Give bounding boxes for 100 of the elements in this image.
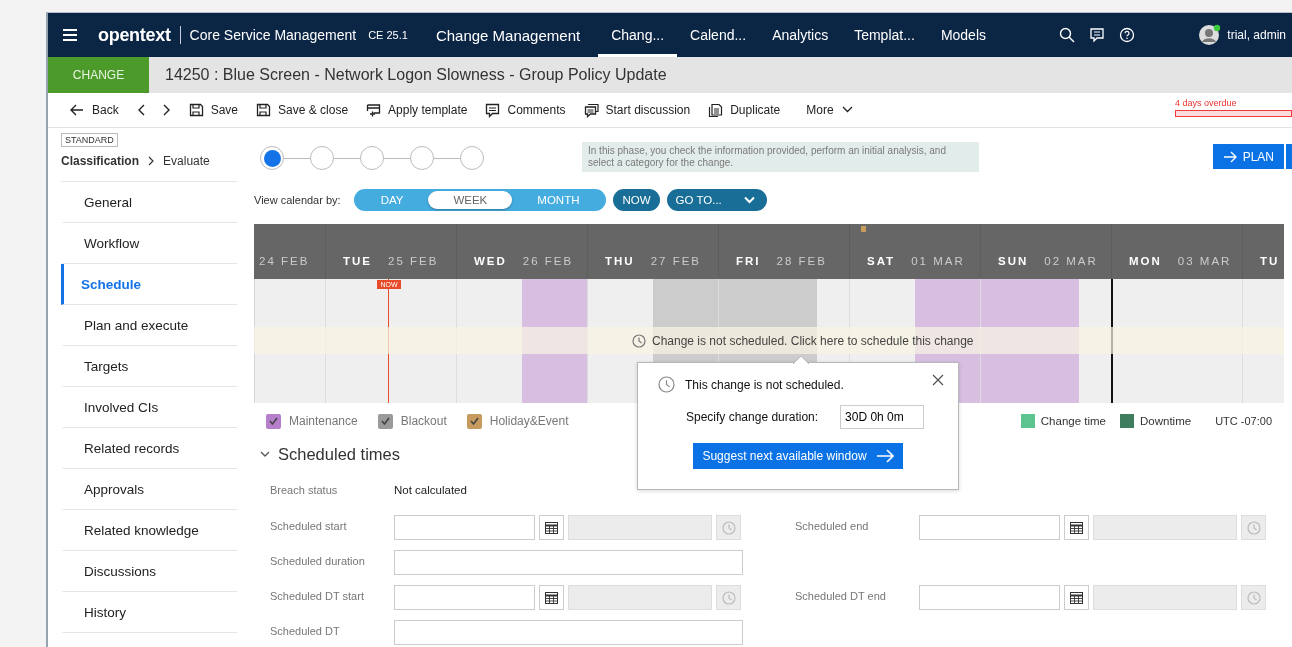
overdue-label: 4 days overdue [1175,98,1238,108]
day-date: 03 MAR [1177,255,1232,267]
nav-tab[interactable]: Analytics [759,13,842,57]
back-button[interactable]: Back [60,95,128,125]
day-date: 24 FEB [259,255,310,267]
comment-icon [485,102,501,118]
chevron-down-icon[interactable] [260,450,270,458]
phase-name: Classification [61,154,140,168]
breach-status-value: Not calculated [394,484,467,496]
sidebar-item[interactable]: Approvals [61,469,237,510]
go-to-button[interactable]: GO TO... [666,189,767,211]
date-field[interactable] [394,515,535,540]
module-title[interactable]: Change Management [435,26,581,44]
field-label: Scheduled DT start [270,589,365,602]
user-name[interactable]: trial, admin [1227,28,1286,42]
view-option[interactable]: WEEK [428,191,513,209]
brand-logo: opentext [98,24,171,46]
day-name: TUE [343,255,372,267]
section-title: Scheduled times [278,444,400,464]
nav-tab[interactable]: Calend... [677,13,760,57]
sidebar-item[interactable]: Schedule [61,264,237,305]
field-label: Scheduled start [270,519,348,532]
search-icon[interactable] [1059,27,1075,43]
legend-label: Holiday&Event [489,414,569,428]
day-name: TU [1260,255,1280,267]
day-date: 28 FEB [776,255,827,267]
day-name: SAT [867,255,896,267]
save-and-close-button[interactable]: Save & close [247,95,358,125]
version-label: CE 25.1 [368,29,408,41]
suggest-window-button[interactable]: Suggest next available window [693,443,903,469]
unscheduled-message[interactable]: Change is not scheduled. Click here to schedule this change [652,333,974,348]
calendar-button[interactable] [1064,515,1089,540]
sidebar-item[interactable]: Targets [61,346,237,387]
date-field[interactable] [394,585,535,610]
sidebar-item[interactable]: Involved CIs [61,387,237,428]
sidebar-item[interactable]: History [61,592,237,633]
day-date: 02 MAR [1044,255,1098,267]
save-button[interactable]: Save [179,95,248,125]
checkmark-icon [269,417,278,425]
clock-icon [721,520,736,535]
day-date: 01 MAR [911,255,965,267]
arrow-right-icon [1222,150,1237,163]
apply-template-button[interactable]: Apply template [357,95,477,125]
comments-button[interactable]: Comments [476,95,575,125]
day-name: MON [1129,255,1162,267]
calendar-button[interactable] [539,515,564,540]
sidebar-item[interactable]: Discussions [61,551,237,592]
product-name: Core Service Management [189,27,357,43]
start-discussion-button[interactable]: Start discussion [574,95,700,125]
legend-label: Blackout [400,414,447,428]
phase-hint: In this phase, you check the information provided, perform an initial analysis, and select a category for the change. [582,141,979,172]
menu-icon[interactable] [62,28,78,42]
record-title: 14250 : Blue Screen - Network Logon Slowness - Group Policy Update [165,65,667,85]
help-icon[interactable] [1119,27,1135,43]
checkmark-icon [380,417,390,425]
field-label: Scheduled DT [270,624,341,637]
sidebar-item[interactable]: Related knowledge [61,510,237,551]
day-name: SUN [998,255,1029,267]
phase-step[interactable] [260,146,284,170]
sidebar-item[interactable]: Plan and execute [61,305,237,346]
day-name: WED [474,255,507,267]
legend-checkbox[interactable] [377,413,393,429]
sidebar-item[interactable]: General [61,182,237,223]
nav-tab[interactable]: Models [927,13,999,57]
date-field[interactable] [919,585,1060,610]
calendar-icon [1070,591,1083,604]
day-name: THU [605,255,635,267]
duration-input[interactable] [394,620,743,645]
step-name: Evaluate [163,154,210,168]
legend-checkbox[interactable] [266,413,281,429]
copy-icon [708,102,724,118]
avatar-icon[interactable] [1199,24,1222,46]
close-button[interactable] [932,374,944,386]
chevron-right-icon [147,156,156,166]
nav-tab[interactable]: Templat... [841,13,928,57]
field-label: Scheduled end [795,519,870,532]
calendar-button[interactable] [1064,585,1089,610]
calendar-button[interactable] [539,585,564,610]
clock-icon [721,590,736,605]
duration-input[interactable] [394,550,743,575]
sidebar-item[interactable]: Workflow [61,223,237,264]
legend-checkbox[interactable] [466,413,482,429]
duration-field[interactable]: 30D 0h 0m [840,405,925,429]
clock-icon [1246,520,1261,535]
field-label: Scheduled duration [270,554,366,567]
next-phase-button[interactable]: PLAN [1212,144,1284,169]
field-label: Breach status [270,484,339,496]
phase-menu-button[interactable] [1286,144,1292,169]
date-field[interactable] [919,515,1060,540]
sidebar-item[interactable]: Related records [61,428,237,469]
more-button[interactable]: More [797,95,863,125]
checkmark-icon [469,417,479,425]
legend-label: Downtime [1140,415,1192,427]
day-name: FRI [736,255,761,267]
legend-label: Maintenance [289,414,358,428]
calendar-icon [1070,521,1083,534]
chat-icon[interactable] [1089,27,1105,43]
now-button[interactable]: NOW [613,189,660,211]
clock-icon [658,376,675,393]
duplicate-button[interactable]: Duplicate [699,95,790,125]
